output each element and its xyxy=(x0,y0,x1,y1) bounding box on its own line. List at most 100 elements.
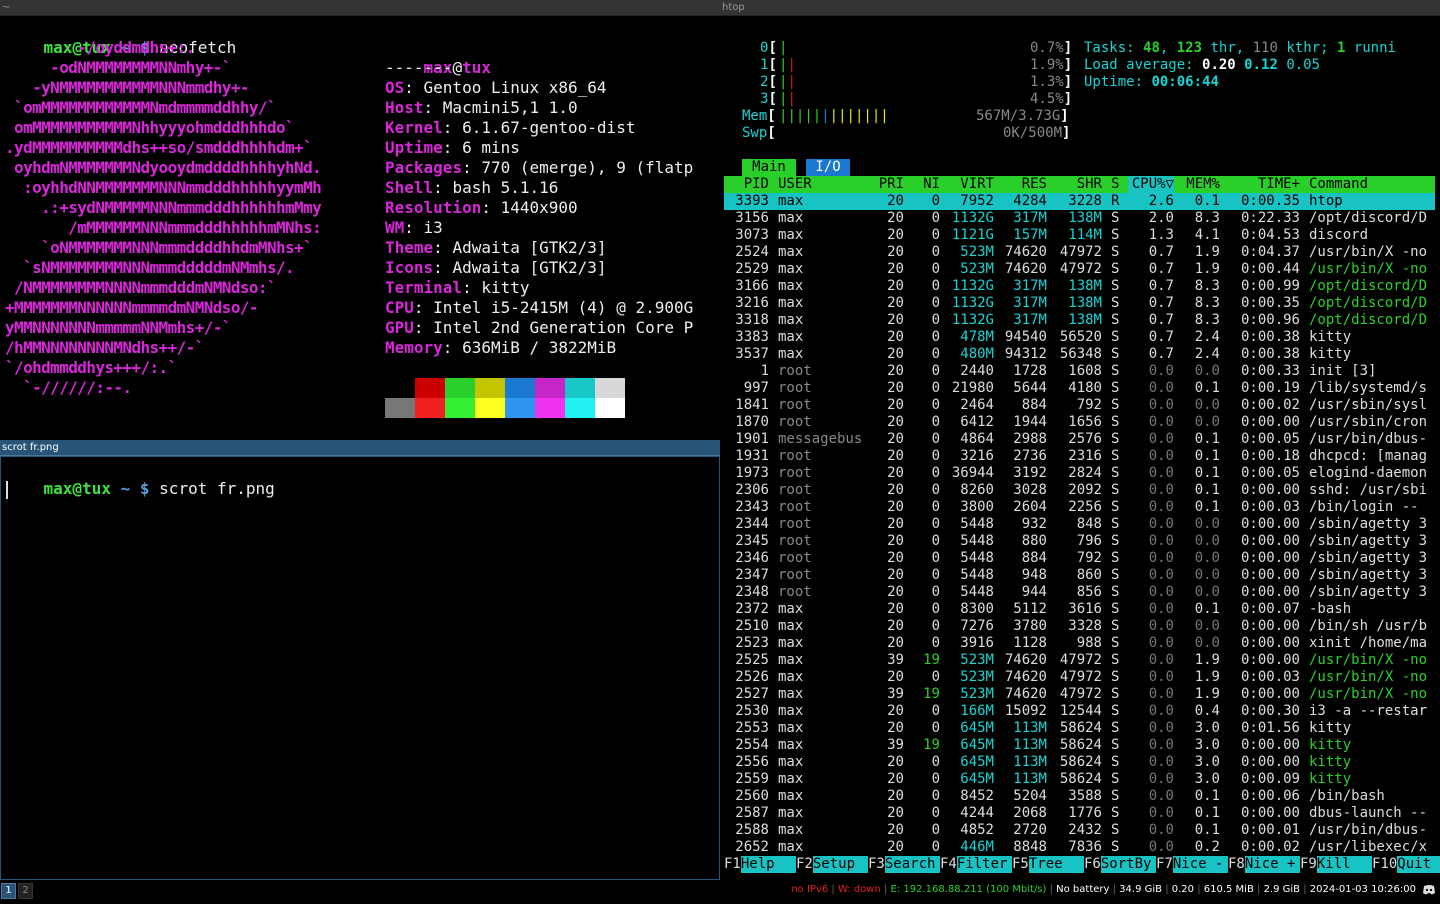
process-row[interactable]: 2588 max 20 0 4852 2720 2432 S 0.0 0.1 0:00.01/usr… xyxy=(724,822,1435,839)
process-cell: 2256 xyxy=(1068,499,1102,515)
cpu-bar: | xyxy=(787,74,796,90)
process-cell: 0 xyxy=(931,448,940,464)
process-row[interactable]: 2306 root 20 0 8260 3028 2092 S 0.0 0.1 0:00.00 ssh… xyxy=(724,482,1435,499)
meter-text: ] xyxy=(1063,91,1073,107)
terminal-neofetch[interactable]: max@tux ~ $ neofetch -/oyddmdhs+:. -odNM… xyxy=(0,16,720,440)
fkey-f10[interactable]: F10Quit xyxy=(1372,856,1440,873)
column-header-7[interactable]: S xyxy=(1111,176,1119,193)
process-cell: S xyxy=(1111,346,1120,362)
process-row[interactable]: 2554 max 39 19 645M 113M 58624 S 0.0 3.0 0:00.00 ki… xyxy=(724,737,1435,754)
window-title-right[interactable]: htop xyxy=(720,0,1440,16)
column-header-0[interactable]: PID xyxy=(744,176,769,193)
column-header-5[interactable]: RES xyxy=(1022,176,1047,193)
column-header-6[interactable]: SHR xyxy=(1077,176,1102,193)
process-row[interactable]: 2344 root 20 0 5448 932 848 S 0.0 0.0 0:00.00/sbin… xyxy=(724,516,1435,533)
fkey-f8[interactable]: F8Nice + xyxy=(1228,856,1300,873)
process-cell: /opt/discord/D xyxy=(1309,210,1428,226)
column-header-10[interactable]: TIME+ xyxy=(1258,176,1300,193)
window-title-left-top[interactable]: ~ xyxy=(0,0,720,16)
column-header-1[interactable]: USER xyxy=(778,176,812,193)
column-header-9[interactable]: MEM% xyxy=(1186,176,1220,193)
window-title-left-bottom[interactable]: scrot fr.png xyxy=(0,440,720,456)
process-row[interactable]: 2343 root 20 0 3800 2604 2256 S 0.0 0.1 0:00.03/bi… xyxy=(724,499,1435,516)
process-cell: 317M xyxy=(1013,312,1047,328)
cpu-percent: 4.5% xyxy=(1030,91,1064,107)
fkey-f2[interactable]: F2Setup xyxy=(796,856,868,873)
process-row[interactable]: 1841 root 20 0 2464 884 792 S 0.0 0.0 0:00.02/usr/… xyxy=(724,397,1435,414)
process-row[interactable]: 2510 max 20 0 7276 3780 3328 S 0.0 0.0 0:00.00/bin… xyxy=(724,618,1435,635)
process-cell: 0 xyxy=(931,618,940,634)
process-cell: 0:00.03 xyxy=(1240,499,1300,515)
process-row[interactable]: 1973 root 20 0 36944 3192 2824 S 0.0 0.1 0:00.05 el… xyxy=(724,465,1435,482)
htop-column-header[interactable]: PID USER PRI NI VIRT RES SHR S CPU%▽ MEM% TIME+ Com… xyxy=(724,176,1435,193)
process-row[interactable]: 3383 max 20 0 478M 94540 56520 S 0.7 2.4 0:00.38 ki… xyxy=(724,329,1435,346)
status-separator: | xyxy=(1046,884,1057,895)
fkey-f1[interactable]: F1Help xyxy=(724,856,796,873)
process-cell: 0.0 xyxy=(1148,788,1174,804)
process-row[interactable]: 2345 root 20 0 5448 880 796 S 0.0 0.0 0:00.00/sbin… xyxy=(724,533,1435,550)
process-cell: 20 xyxy=(887,720,904,736)
process-row[interactable]: 2559 max 20 0 645M 113M 58624 S 0.0 3.0 0:00.09 kit… xyxy=(724,771,1435,788)
column-header-8[interactable]: CPU%▽ xyxy=(1127,176,1174,193)
process-cell: 19 xyxy=(923,737,940,753)
process-row[interactable]: 3318 max 20 0 1132G 317M 138M S 0.7 8.3 0:00.96/op… xyxy=(724,312,1435,329)
process-row[interactable]: 1 root 20 0 2440 1728 1608 S 0.0 0.0 0:00.33 init [… xyxy=(724,363,1435,380)
process-row[interactable]: 2346 root 20 0 5448 884 792 S 0.0 0.0 0:00.00/sbin… xyxy=(724,550,1435,567)
process-row[interactable]: 3073 max 20 0 1121G 157M 114M S 1.3 4.1 0:04.53 dis… xyxy=(724,227,1435,244)
process-row[interactable]: 2556 max 20 0 645M 113M 58624 S 0.0 3.0 0:00.00 kit… xyxy=(724,754,1435,771)
fkey-f3[interactable]: F3Search xyxy=(868,856,940,873)
process-cell: S xyxy=(1111,839,1120,855)
fkey-f5[interactable]: F5Tree xyxy=(1012,856,1084,873)
process-cell: 0.0 xyxy=(1148,516,1174,532)
fkey-f6[interactable]: F6SortBy xyxy=(1084,856,1156,873)
process-row[interactable]: 2524 max 20 0 523M 74620 47972 S 0.7 1.9 0:04.37/u… xyxy=(724,244,1435,261)
process-row[interactable]: 2348 root 20 0 5448 944 856 S 0.0 0.0 0:00.00/sbin… xyxy=(724,584,1435,601)
process-row[interactable]: 2372 max 20 0 8300 5112 3616 S 0.0 0.1 0:00.07 -bas… xyxy=(724,601,1435,618)
workspace-2-button[interactable]: 2 xyxy=(18,883,33,899)
column-header-4[interactable]: VIRT xyxy=(960,176,994,193)
process-row[interactable]: 2529 max 20 0 523M 74620 47972 S 0.7 1.9 0:00.44/u… xyxy=(724,261,1435,278)
fkey-f7[interactable]: F7Nice - xyxy=(1156,856,1228,873)
process-cell: 884 xyxy=(1021,550,1047,566)
process-cell: 2529 xyxy=(735,261,769,277)
process-row[interactable]: 1870 root 20 0 6412 1944 1656 S 0.0 0.0 0:00.00/us… xyxy=(724,414,1435,431)
process-cell: 39 xyxy=(887,737,904,753)
process-row[interactable]: 997 root 20 0 21980 5644 4180 S 0.0 0.1 0:00.19/li… xyxy=(724,380,1435,397)
process-row[interactable]: 2527 max 39 19 523M 74620 47972 S 0.0 1.9 0:00.00 /… xyxy=(724,686,1435,703)
process-cell: dhcpcd: [manag xyxy=(1309,448,1428,464)
process-row[interactable]: 2523 max 20 0 3916 1128 988 S 0.0 0.0 0:00.00 xinit… xyxy=(724,635,1435,652)
column-header-11[interactable]: Command xyxy=(1309,176,1368,193)
process-row[interactable]: 2526 max 20 0 523M 74620 47972 S 0.0 1.9 0:00.03/u… xyxy=(724,669,1435,686)
process-row[interactable]: 2530 max 20 0 166M 15092 12544 S 0.0 0.4 0:00.30 i3… xyxy=(724,703,1435,720)
fkey-f9[interactable]: F9Kill xyxy=(1300,856,1372,873)
process-row[interactable]: 1901 messagebus 20 0 4864 2988 2576 S 0.0 0.1 0:00… xyxy=(724,431,1435,448)
htop-tab-main[interactable]: Main xyxy=(742,159,796,176)
process-row[interactable]: 3537 max 20 0 480M 94312 56348 S 0.7 2.4 0:00.38 ki… xyxy=(724,346,1435,363)
process-row[interactable]: 2347 root 20 0 5448 948 860 S 0.0 0.0 0:00.00/sbin… xyxy=(724,567,1435,584)
htop-tab-io[interactable]: I/O xyxy=(806,159,850,176)
process-cell: max xyxy=(778,669,804,685)
process-row[interactable]: 2560 max 20 0 8452 5204 3588 S 0.0 0.1 0:00.06/bin… xyxy=(724,788,1435,805)
status-block: 34.9 GiB xyxy=(1119,884,1163,895)
process-row[interactable]: 3166 max 20 0 1132G 317M 138M S 0.7 8.3 0:00.99/op… xyxy=(724,278,1435,295)
process-row[interactable]: 2652 max 20 0 446M 8848 7836 S 0.0 0.2 0:00.02/usr… xyxy=(724,839,1435,856)
process-cell: 0 xyxy=(931,720,940,736)
terminal-scrot[interactable]: max@tux ~ $ scrot fr.png xyxy=(0,456,720,880)
logo-line: -odNMMMMMMMMNNmhy+-` xyxy=(5,58,231,77)
process-row[interactable]: 1931 root 20 0 3216 2736 2316 S 0.0 0.1 0:00.18 dhc… xyxy=(724,448,1435,465)
fkey-f4[interactable]: F4Filter xyxy=(940,856,1012,873)
load-5: 0.12 xyxy=(1244,57,1278,73)
column-header-2[interactable]: PRI xyxy=(879,176,904,193)
process-cell: kitty xyxy=(1309,720,1352,736)
process-row[interactable]: 2553 max 20 0 645M 113M 58624 S 0.0 3.0 0:01.56 kit… xyxy=(724,720,1435,737)
process-row[interactable]: 2525 max 39 19 523M 74620 47972 S 0.0 1.9 0:00.00 /… xyxy=(724,652,1435,669)
column-header-3[interactable]: NI xyxy=(923,176,940,193)
process-row[interactable]: 3216 max 20 0 1132G 317M 138M S 0.7 8.3 0:00.35/op… xyxy=(724,295,1435,312)
process-row[interactable]: 3393 max 20 0 7952 4284 3228 R 2.6 0.1 0:00.35 htop xyxy=(724,193,1435,210)
process-cell: S xyxy=(1111,686,1120,702)
workspace-1-button[interactable]: 1 xyxy=(1,883,16,899)
discord-tray-icon[interactable] xyxy=(1422,884,1436,896)
logo-line: oyhdmNMMMMMMMNdyooydmddddhhhhyhNd. xyxy=(5,158,322,177)
process-row[interactable]: 2587 max 20 0 4244 2068 1776 S 0.0 0.1 0:00.00 dbus… xyxy=(724,805,1435,822)
process-row[interactable]: 3156 max 20 0 1132G 317M 138M S 2.0 8.3 0:22.33/op… xyxy=(724,210,1435,227)
